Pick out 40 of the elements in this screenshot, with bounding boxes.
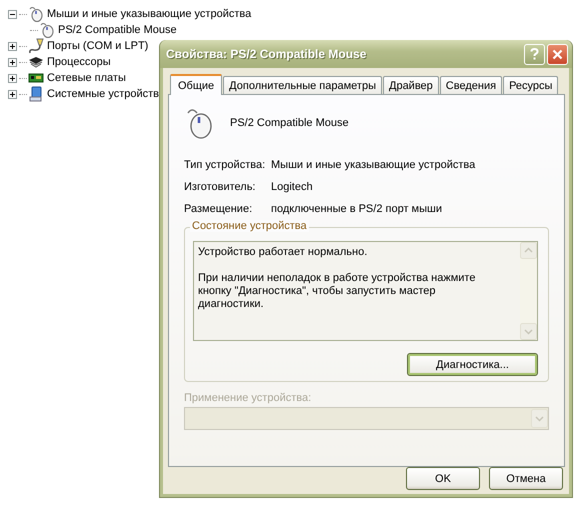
property-value: Logitech [271,181,314,193]
mouse-icon [28,6,44,22]
group-title: Состояние устройства [190,220,309,232]
expand-icon[interactable] [8,58,17,66]
diagnostics-button[interactable]: Диагностика... [407,353,538,376]
dialog-button[interactable]: OK [406,467,480,490]
connector-icon [28,38,44,54]
tab[interactable]: Сведения [440,76,502,94]
tab[interactable]: Общие [170,74,222,95]
mouse-icon [39,22,55,38]
computer-icon [28,86,44,102]
expand-icon[interactable] [8,42,17,50]
property-label: Изготовитель: [184,181,256,193]
tab[interactable]: Дополнительные параметры [223,76,382,94]
tree-item[interactable]: Системные устройств [47,88,160,100]
close-button[interactable] [547,44,568,64]
usage-label: Применение устройства: [184,392,312,404]
property-label: Тип устройства: [184,159,266,171]
property-value: Мыши и иные указывающие устройства [271,159,476,171]
collapse-icon[interactable] [8,10,17,18]
property-value: подключенные в PS/2 порт мыши [271,203,443,215]
property-label: Размещение: [184,203,254,215]
device-name: PS/2 Compatible Mouse [230,117,349,129]
window-title: Свойства: PS/2 Compatible Mouse [166,47,368,61]
tree-item[interactable]: Сетевые платы [47,72,126,84]
question-mark-icon [530,48,539,60]
expand-icon[interactable] [8,74,17,82]
tree-item[interactable]: Порты (COM и LPT) [47,40,148,52]
tree-item[interactable]: Мыши и иные указывающие устройства [47,8,252,20]
tab[interactable]: Драйвер [383,76,439,94]
tab[interactable]: Ресурсы [503,76,558,94]
tree-item[interactable]: Процессоры [47,56,111,68]
close-icon [552,48,563,60]
status-text: При наличии неполадок в работе устройства нажмите кнопку "Диагностика", чтобы запустить мастер диагностики. [198,272,476,311]
tree-item[interactable]: PS/2 Compatible Mouse [58,24,177,36]
help-button[interactable] [524,44,545,64]
chip-icon [28,54,44,70]
dialog-button[interactable]: Отмена [489,467,563,490]
status-text: Устройство работает нормально. [198,246,368,259]
expand-icon[interactable] [8,90,17,98]
